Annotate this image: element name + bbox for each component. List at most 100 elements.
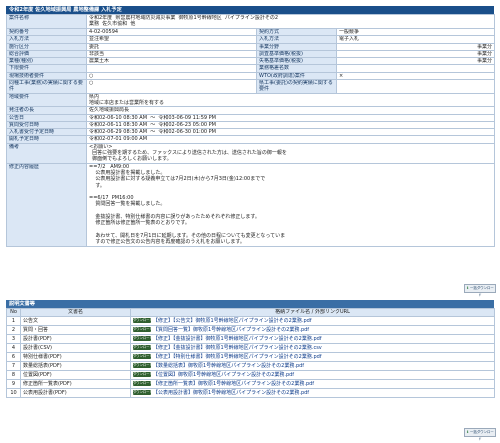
field-value: 令和02-07-01 09:00 AM (85, 135, 496, 144)
field-value: 佐久地域振興局長 (85, 106, 496, 115)
document-file-cell: ダウンロード【修正】【金抜設計書】御牧原1号幹線地区パイプライン設計その2業務.… (130, 343, 495, 353)
document-row: 6 特別仕様書(PDF) ダウンロード【修正】【特別仕様書】御牧原1号幹線地区パイプ… (6, 352, 495, 362)
field-value: <お願い> 回答に強要を期するため、ファックスにより送信された方は、送信された旨… (85, 142, 496, 164)
field-value: 令和02-06-11 08:30 AM 〜 令和02-06-23 05:00 P… (85, 120, 496, 130)
document-file-cell: ダウンロード【公表用設計書】御牧原1号幹線地区パイプライン設計その2業務.pdf (130, 388, 495, 398)
document-file-link[interactable]: 【公表用設計書】御牧原1号幹線地区パイプライン設計その2業務.pdf (153, 390, 309, 396)
field-value: 非該当 (86, 49, 257, 59)
field-label-secondary: WTO(政府調達)案件 (256, 71, 337, 81)
document-name: 数量総括表(PDF) (20, 361, 131, 371)
field-value-secondary: 電子入札 (335, 35, 496, 44)
document-no: 7 (6, 361, 21, 371)
document-file-cell: ダウンロード【修正】【特別仕様書】御牧原1号幹線地区パイプライン設計その2業務.… (130, 352, 495, 362)
row-lower-limit: 下限要件 業務格差名数 (6, 64, 496, 73)
field-note: 事業分 (477, 43, 493, 50)
field-label-secondary: 事業分野 (256, 42, 337, 51)
field-label: 現場技術者要件 (6, 71, 87, 81)
row-region: 地域要件 県内 地域に本店または営業所を有する (6, 92, 496, 108)
download-button[interactable]: ダウンロード (133, 389, 153, 396)
document-file-cell: ダウンロード【数量総括表】御牧原1号幹線地区パイプライン設計その2業務.pdf (130, 361, 495, 371)
field-label: 契約番号 (6, 27, 87, 37)
document-file-link[interactable]: 【数量総括表】御牧原1号幹線地区パイプライン設計その2業務.pdf (153, 363, 304, 369)
project-detail-table: 案件名称 令和2年度 県営農村地域防災減災事業 御牧原1号幹線地区 パイプライン設… (6, 14, 496, 247)
documents-header-row: No 文書名 格納ファイル名 / 外部リンクURL (6, 308, 495, 317)
download-button[interactable]: ダウンロード (133, 344, 153, 351)
document-name: 修正箇所一覧表(PDF) (20, 379, 131, 389)
download-button[interactable]: ダウンロード (133, 335, 153, 342)
document-file-link[interactable]: 【修正】【金抜設計書】御牧原1号幹線地区パイプライン設計その2業務.pdf (153, 336, 322, 342)
document-row: 9 修正箇所一覧表(PDF) ダウンロード【修正箇所一覧表】御牧原1号幹線地区パイプ… (6, 379, 495, 389)
row-bid-method: 入札方法 並注希望 入札方法 電子入札 (6, 35, 496, 44)
document-file-link[interactable]: 【質問回答一覧】御牧原1号幹線地区パイプライン設計その2業務.pdf (153, 327, 309, 333)
field-value-secondary: 一般競争 (335, 27, 496, 37)
documents-title: 説明文書等 (6, 300, 494, 308)
field-value-secondary: 事業分 (335, 57, 496, 66)
field-note: 事業分 (477, 58, 493, 65)
col-header-file: 格納ファイル名 / 外部リンクURL (130, 308, 495, 317)
download-button[interactable]: ダウンロード (133, 362, 153, 369)
field-value: 令和2年度 県営農村地域防災減災事業 御牧原1号幹線地区 パイプライン設計その2… (85, 14, 496, 29)
download-button[interactable]: ダウンロード (133, 380, 153, 387)
row-general-class: 総合評価 非該当 調査基準価格(税抜) 事業分 (6, 49, 496, 59)
row-contract-no: 契約番号 4-02-00594 契約方式 一般競争 (6, 27, 496, 37)
document-row: 4 設計書(CSV) ダウンロード【修正】【金抜設計書】御牧原1号幹線地区パイプライ… (6, 343, 495, 353)
field-value-secondary (335, 64, 496, 73)
project-detail-title: 令和2年度 佐久地域振興局 農地整備課 入札予定 (6, 6, 494, 14)
field-label-secondary: 調査基準価格(税抜) (256, 49, 337, 59)
field-value: 4-02-00594 (86, 27, 257, 37)
download-button[interactable]: ダウンロード (133, 371, 153, 378)
download-all-button-bottom[interactable]: 一括ダウンロード (464, 428, 496, 441)
field-label: 下限要件 (6, 64, 87, 73)
field-label: 修正内容履歴 (6, 162, 87, 247)
document-file-cell: ダウンロード【位置図】御牧原1号幹線地区パイプライン設計その2業務.pdf (130, 370, 495, 380)
field-value: ==7/2 AM9:00 公表用設計書を掲載しました。 公表用設計書に対する疑義… (85, 162, 496, 247)
field-label: 発注者の長 (6, 106, 87, 115)
document-file-link[interactable]: 【修正】【特別仕様書】御牧原1号幹線地区パイプライン設計その2業務.pdf (153, 354, 322, 360)
document-row: 2 質問・回答 ダウンロード【質問回答一覧】御牧原1号幹線地区パイプライン設計その2… (6, 325, 495, 335)
document-no: 8 (6, 370, 21, 380)
field-label: 業種(種別) (6, 57, 87, 66)
row-executor: 施行区分 委託 事業分野 事業分 (6, 42, 496, 51)
field-value: 並注希望 (86, 35, 257, 44)
field-label: 入札方法 (6, 35, 87, 44)
document-no: 2 (6, 325, 21, 335)
col-header-no: No (6, 308, 21, 317)
field-value: 委託 (86, 42, 257, 51)
document-file-cell: ダウンロード【質問回答一覧】御牧原1号幹線地区パイプライン設計その2業務.pdf (130, 325, 495, 335)
document-no: 6 (6, 352, 21, 362)
row-announce-date: 公告日 令和02-06-10 08:30 AM 〜 令和03-06-09 11:5… (6, 113, 496, 122)
document-name: 公告文 (20, 316, 131, 326)
field-value: ○ (86, 79, 257, 94)
field-label-secondary: 契約方式 (256, 27, 337, 37)
field-label-secondary: 入札方法 (256, 35, 337, 44)
field-label-secondary: 県工事(委託)の契約実績に関する要件 (256, 79, 337, 94)
field-value-secondary (335, 79, 496, 94)
download-all-button[interactable]: 一括ダウンロード (464, 284, 496, 297)
row-cooperation: 同種工事(業務)の実績に関する要件 ○ 県工事(委託)の契約実績に関する要件 (6, 79, 496, 94)
document-row: 1 公告文 ダウンロード【修正】【公告文】御牧原1号幹線地区パイプライン設計その2業… (6, 316, 495, 326)
document-file-link[interactable]: 【修正】【公告文】御牧原1号幹線地区パイプライン設計その2業務.pdf (153, 318, 312, 324)
download-button[interactable]: ダウンロード (133, 317, 153, 324)
document-file-link[interactable]: 【修正箇所一覧表】御牧原1号幹線地区パイプライン設計その2業務.pdf (153, 381, 314, 387)
download-button[interactable]: ダウンロード (133, 326, 153, 333)
document-name: 特別仕様書(PDF) (20, 352, 131, 362)
document-row: 7 数量総括表(PDF) ダウンロード【数量総括表】御牧原1号幹線地区パイプライン設… (6, 361, 495, 371)
document-no: 3 (6, 334, 21, 344)
project-detail-panel: 令和2年度 佐久地域振興局 農地整備課 入札予定 案件名称 令和2年度 県営農村地… (6, 6, 496, 247)
field-value-secondary-text: 一般競争 (339, 29, 360, 35)
document-file-link[interactable]: 【位置図】御牧原1号幹線地区パイプライン設計その2業務.pdf (153, 372, 294, 378)
document-name: 位置図(PDF) (20, 370, 131, 380)
document-row: 10 公表用設計書(PDF) ダウンロード【公表用設計書】御牧原1号幹線地区パイプラ… (6, 388, 495, 398)
download-button[interactable]: ダウンロード (133, 353, 153, 360)
field-value: ○ (86, 71, 257, 81)
field-value: 県内 地域に本店または営業所を有する (85, 92, 496, 108)
document-name: 設計書(CSV) (20, 343, 131, 353)
field-label: 備考 (6, 142, 87, 164)
field-label: 開札予定日時 (6, 135, 87, 144)
field-label-secondary: 業務格差名数 (256, 64, 337, 73)
field-value (86, 64, 257, 73)
document-name: 設計書(PDF) (20, 334, 131, 344)
row-bid-date: 入札書受付予定日時 令和02-06-29 08:30 AM 〜 令和02-06-3… (6, 128, 496, 137)
document-file-link[interactable]: 【修正】【金抜設計書】御牧原1号幹線地区パイプライン設計その2業務.csv (153, 345, 322, 351)
documents-panel: 説明文書等 No 文書名 格納ファイル名 / 外部リンクURL 1 公告文 ダウンロ… (6, 300, 495, 398)
